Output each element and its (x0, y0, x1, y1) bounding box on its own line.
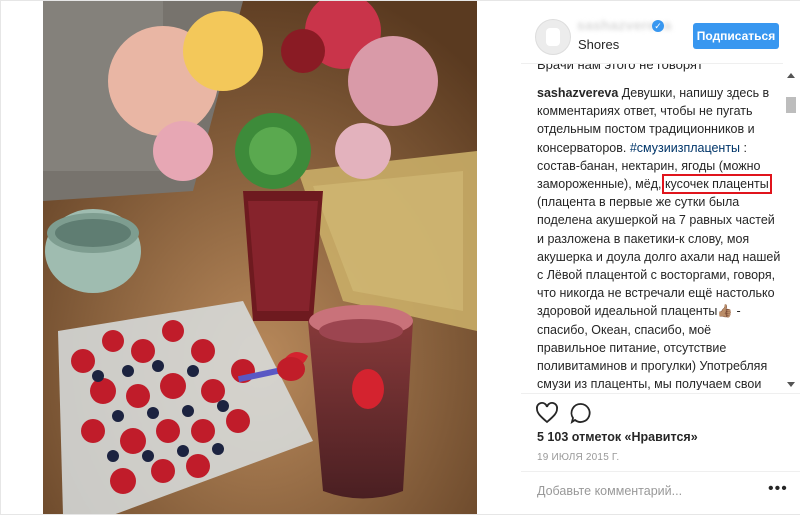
comments-list: Врачи нам этого не говорят sashazvereva … (521, 63, 783, 390)
caption-line: комментариях ответ, чтобы не пугать (537, 102, 773, 120)
caption-text: с Лёвой плацентой с восторгами, говоря, (537, 268, 776, 283)
scrollbar-thumb[interactable] (786, 97, 796, 113)
caption-text: акушерка и доула долго ахали над нашей (537, 249, 781, 264)
caption-text: замороженные), мёд, (537, 177, 665, 192)
post-location[interactable]: Shores (578, 37, 619, 52)
caption-line: здоровой идеальной плаценты👍🏽 - (537, 302, 773, 320)
caption-text: комментариях ответ, чтобы не пугать (537, 104, 753, 119)
caption-line: и разложена в пакетики-к слову, моя (537, 230, 773, 248)
caption-text: Девушки, напишу здесь в (618, 86, 770, 100)
caption-line: спасибо, Океан, спасибо, моё (537, 321, 773, 339)
caption-text: поливитаминов и прогулки) Употребляя (537, 359, 768, 374)
add-comment-bar: Добавьте комментарий... ••• (521, 471, 800, 512)
caption-text: спасибо, Океан, спасибо, моё (537, 322, 712, 337)
photo-image (43, 1, 477, 514)
likes-count[interactable]: 5 103 отметок «Нравится» (537, 430, 698, 444)
caption-line: с Лёвой плацентой с восторгами, говоря, (537, 266, 776, 284)
caption-line: (плацента в первые же сутки была (537, 193, 773, 211)
previous-comment-fragment: Врачи нам этого не говорят (537, 63, 703, 72)
caption-text: отдельным постом традиционников и (537, 122, 755, 137)
caption-line: состав-банан, нектарин, ягоды (можно (537, 157, 773, 175)
caption-text: (плацента в первые же сутки была (537, 195, 740, 210)
caption-text: состав-банан, нектарин, ягоды (можно (537, 158, 761, 173)
post-header: sashazvereva ✓ Shores Подписаться (521, 1, 800, 71)
caption-text: смузи из плаценты, мы получаем свои (537, 377, 762, 390)
post-date[interactable]: 19 ИЮЛЯ 2015 Г. (537, 452, 619, 463)
post-photo[interactable] (43, 1, 477, 514)
caption-text: консерваторов. (537, 140, 630, 155)
scroll-down-arrow-icon[interactable] (787, 382, 795, 387)
comment-bubble-icon[interactable] (569, 401, 593, 425)
post-frame: sashazvereva ✓ Shores Подписаться Врачи … (0, 0, 800, 515)
hashtag-link[interactable]: #смузиизплаценты (630, 141, 740, 155)
post-caption: sashazvereva Девушки, напишу здесь в комм… (537, 84, 780, 390)
avatar[interactable] (535, 19, 571, 55)
caption-line: поливитаминов и прогулки) Употребляя (537, 357, 773, 375)
caption-text: правильное питание, отсутствие (537, 340, 727, 355)
post-side-panel: sashazvereva ✓ Shores Подписаться Врачи … (521, 1, 800, 514)
caption-line: отдельным постом традиционников и (537, 120, 773, 138)
caption-line: правильное питание, отсутствие (537, 339, 773, 357)
verified-badge-icon: ✓ (652, 20, 664, 32)
caption-text: здоровой идеальной плаценты👍🏽 - (537, 304, 741, 319)
heart-icon[interactable] (535, 401, 559, 425)
caption-line: акушерка и доула долго ахали над нашей (537, 248, 780, 266)
scroll-up-arrow-icon[interactable] (787, 73, 795, 78)
caption-line: поделена акушеркой на 7 равных частей (537, 211, 775, 229)
add-comment-input[interactable]: Добавьте комментарий... (537, 484, 682, 498)
more-options-icon[interactable]: ••• (768, 480, 788, 498)
caption-line: консерваторов. #смузиизплаценты : (537, 139, 773, 157)
caption-text: что никогда не встречали ещё настолько (537, 286, 775, 301)
caption-text: поделена акушеркой на 7 равных частей (537, 213, 775, 228)
caption-line: замороженные), мёд, кусочек плаценты (537, 174, 773, 195)
caption-author-link[interactable]: sashazvereva (537, 86, 618, 100)
highlighted-phrase: кусочек плаценты (661, 174, 772, 195)
caption-line: sashazvereva Девушки, напишу здесь в (537, 84, 773, 102)
follow-button[interactable]: Подписаться (693, 23, 779, 49)
caption-line: смузи из плаценты, мы получаем свои (537, 375, 773, 390)
caption-line: что никогда не встречали ещё настолько (537, 284, 775, 302)
caption-text: : (740, 140, 747, 155)
caption-text: и разложена в пакетики-к слову, моя (537, 231, 750, 246)
